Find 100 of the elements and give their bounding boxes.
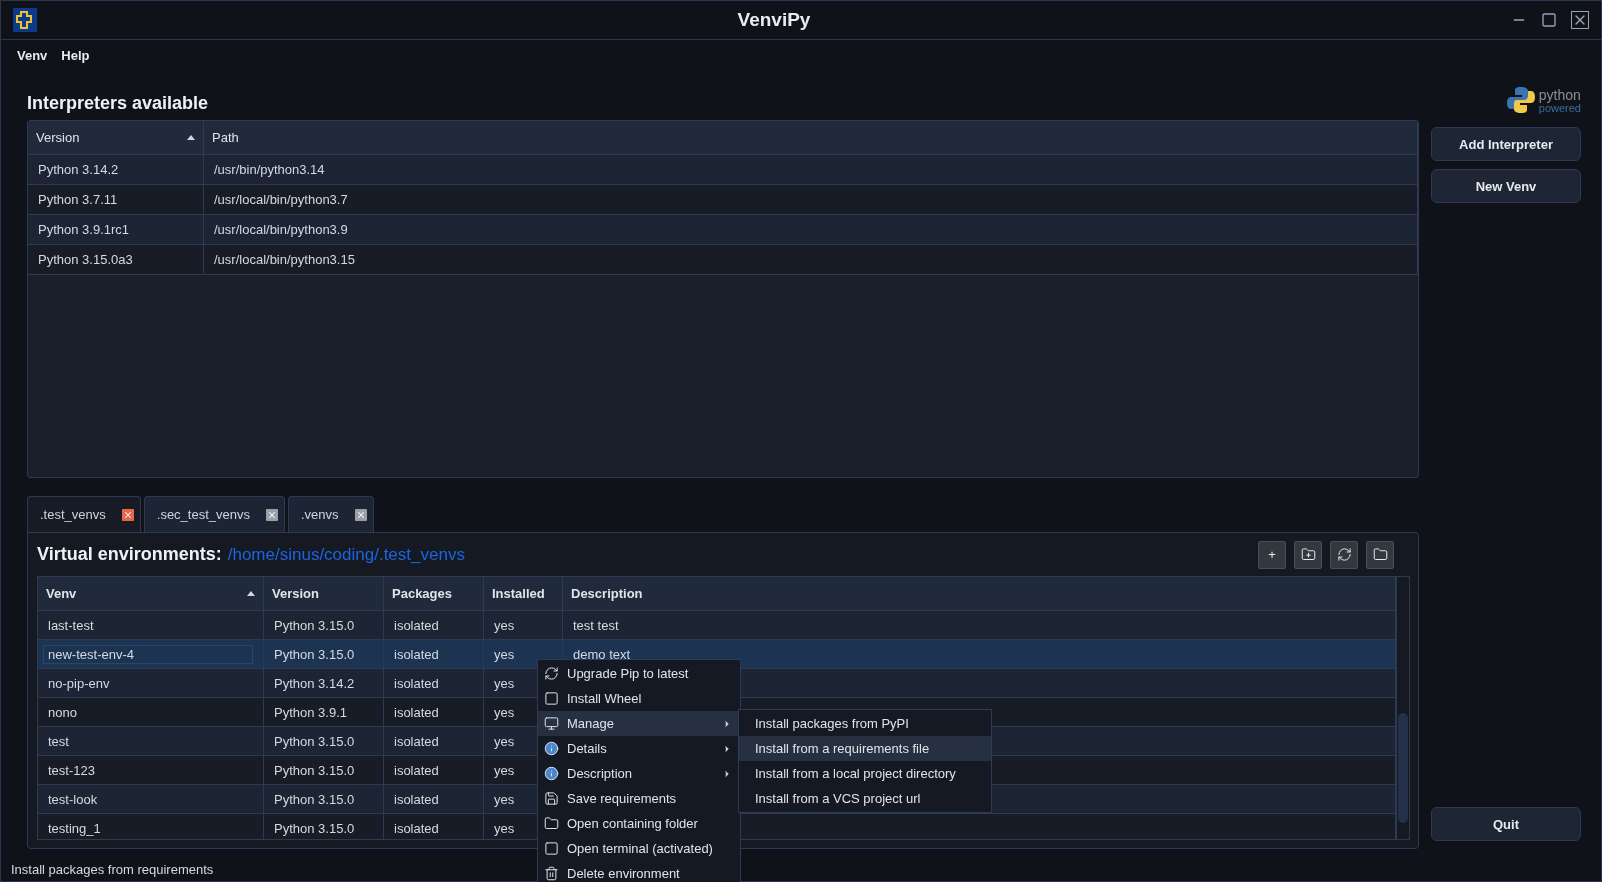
folder-button[interactable]	[1366, 540, 1394, 569]
table-cell: isolated	[394, 617, 439, 633]
tab-close-icon[interactable]	[354, 508, 367, 521]
table-cell: test	[48, 733, 69, 749]
menu-item[interactable]: Help	[61, 47, 90, 63]
table-cell: Python 3.15.0	[274, 733, 355, 749]
tab-close-icon[interactable]	[266, 508, 278, 521]
menu-entry[interactable]: Delete environment	[538, 861, 740, 882]
table-cell: last-test	[48, 617, 94, 633]
table-cell: isolated	[394, 675, 439, 691]
table-cell: demo text	[573, 646, 631, 662]
table-cell: Python 3.14.2	[274, 675, 355, 691]
column-header[interactable]: Installed	[484, 577, 563, 611]
menu-entry[interactable]: Install from a local project directory	[739, 761, 991, 786]
add-button[interactable]: +	[1258, 540, 1286, 569]
table-row[interactable]: new-test-env-4 Python 3.15.0 isolated yes demo text	[38, 640, 1396, 670]
panel-title: Virtual environments:	[37, 544, 222, 565]
table-cell: yes	[494, 617, 515, 633]
side-button[interactable]: Add Interpreter	[1431, 127, 1581, 161]
quit-button[interactable]: Quit	[1431, 807, 1581, 841]
python-logo-icon	[1505, 85, 1536, 115]
table-cell: Python 3.15.0	[274, 791, 355, 807]
tab[interactable]: .test_venvs	[27, 496, 141, 532]
window-icon	[544, 841, 559, 856]
window-title: VenviPy	[737, 9, 811, 31]
table-cell: yes	[494, 762, 515, 778]
menu-item[interactable]: Venv	[17, 47, 48, 63]
menu-entry[interactable]: Details	[538, 736, 740, 761]
menu-entry[interactable]: Manage	[538, 711, 740, 736]
menu-entry[interactable]: Open terminal (activated)	[538, 836, 740, 861]
table-cell: yes	[494, 704, 515, 720]
status-text: Install packages from requirements	[11, 861, 214, 877]
table-cell: Python 3.15.0	[274, 646, 355, 662]
window-icon	[544, 691, 559, 706]
maximize-icon[interactable]	[1541, 12, 1557, 28]
table-cell: /usr/local/bin/python3.9	[204, 215, 1418, 245]
tab[interactable]: .venvs	[288, 496, 374, 532]
column-header[interactable]: Path	[204, 121, 1418, 155]
table-row[interactable]: last-test Python 3.15.0 isolated yes test test	[38, 611, 1396, 641]
table-cell: Python 3.7.11	[28, 185, 204, 215]
menu-entry[interactable]: Open containing folder	[538, 811, 740, 836]
column-header[interactable]: Version	[264, 577, 384, 611]
new-folder-button[interactable]	[1294, 540, 1322, 569]
table-cell: /usr/bin/python3.14	[204, 155, 1418, 185]
table-cell: /usr/local/bin/python3.15	[204, 245, 1418, 275]
trash-icon	[544, 866, 559, 881]
table-cell: nono	[48, 704, 77, 720]
refresh-button[interactable]	[1330, 540, 1358, 569]
column-header[interactable]: Version	[28, 121, 204, 155]
sort-caret-icon	[187, 135, 195, 141]
table-cell: isolated	[394, 646, 439, 662]
column-header[interactable]: Packages	[384, 577, 484, 611]
table-cell: isolated	[394, 704, 439, 720]
table-cell: Python 3.14.2	[28, 155, 204, 185]
table-cell: Python 3.15.0	[274, 617, 355, 633]
submenu-arrow-icon	[722, 743, 732, 754]
new-folder-icon	[1300, 547, 1316, 563]
logo-tagline: powered	[1538, 102, 1581, 115]
refresh-icon	[544, 666, 559, 681]
table-cell: test-123	[48, 762, 95, 778]
table-cell: isolated	[394, 733, 439, 749]
table-cell: yes	[494, 733, 515, 749]
table-cell: testing_1	[48, 820, 101, 836]
table-cell: yes	[494, 820, 515, 836]
folder-icon	[1372, 547, 1388, 563]
table-cell: yes	[494, 791, 515, 807]
table-cell: yes	[494, 646, 515, 662]
monitor-icon	[544, 716, 559, 731]
info-icon	[544, 741, 559, 756]
side-button[interactable]: New Venv	[1431, 169, 1581, 203]
table-cell: test-look	[48, 791, 98, 807]
submenu-arrow-icon	[722, 768, 732, 779]
info-icon	[544, 766, 559, 781]
menu-entry[interactable]: Install from a VCS project url	[739, 786, 991, 811]
table-cell: Python 3.9.1	[274, 704, 347, 720]
tab[interactable]: .sec_test_venvs	[143, 496, 285, 532]
table-cell: yes	[494, 675, 515, 691]
table-cell: test test	[573, 617, 619, 633]
close-icon[interactable]	[1571, 11, 1589, 29]
sort-caret-icon	[247, 591, 255, 597]
refresh-icon	[1336, 547, 1352, 563]
menu-entry[interactable]: Install Wheel	[538, 686, 740, 711]
scrollbar[interactable]	[1396, 577, 1409, 839]
table-cell: isolated	[394, 762, 439, 778]
table-cell: new-test-env-4	[43, 644, 253, 664]
table-cell: Python 3.15.0	[274, 820, 355, 836]
column-header[interactable]: Description	[563, 577, 1396, 611]
tab-close-icon[interactable]	[121, 508, 134, 521]
menu-entry[interactable]: Install from a requirements file	[739, 736, 991, 761]
table-cell: Python 3.9.1rc1	[28, 215, 204, 245]
column-header[interactable]: Venv	[38, 577, 264, 611]
table-cell: no-pip-env	[48, 675, 110, 691]
save-icon	[544, 791, 559, 806]
menu-entry[interactable]: Save requirements	[538, 786, 740, 811]
app-logo-icon	[13, 8, 37, 32]
table-cell: isolated	[394, 820, 439, 836]
logo-word: python	[1538, 89, 1581, 102]
menu-entry[interactable]: Install packages from PyPI	[739, 711, 991, 736]
menu-entry[interactable]: Description	[538, 761, 740, 786]
table-cell: Python 3.15.0a3	[28, 245, 204, 275]
